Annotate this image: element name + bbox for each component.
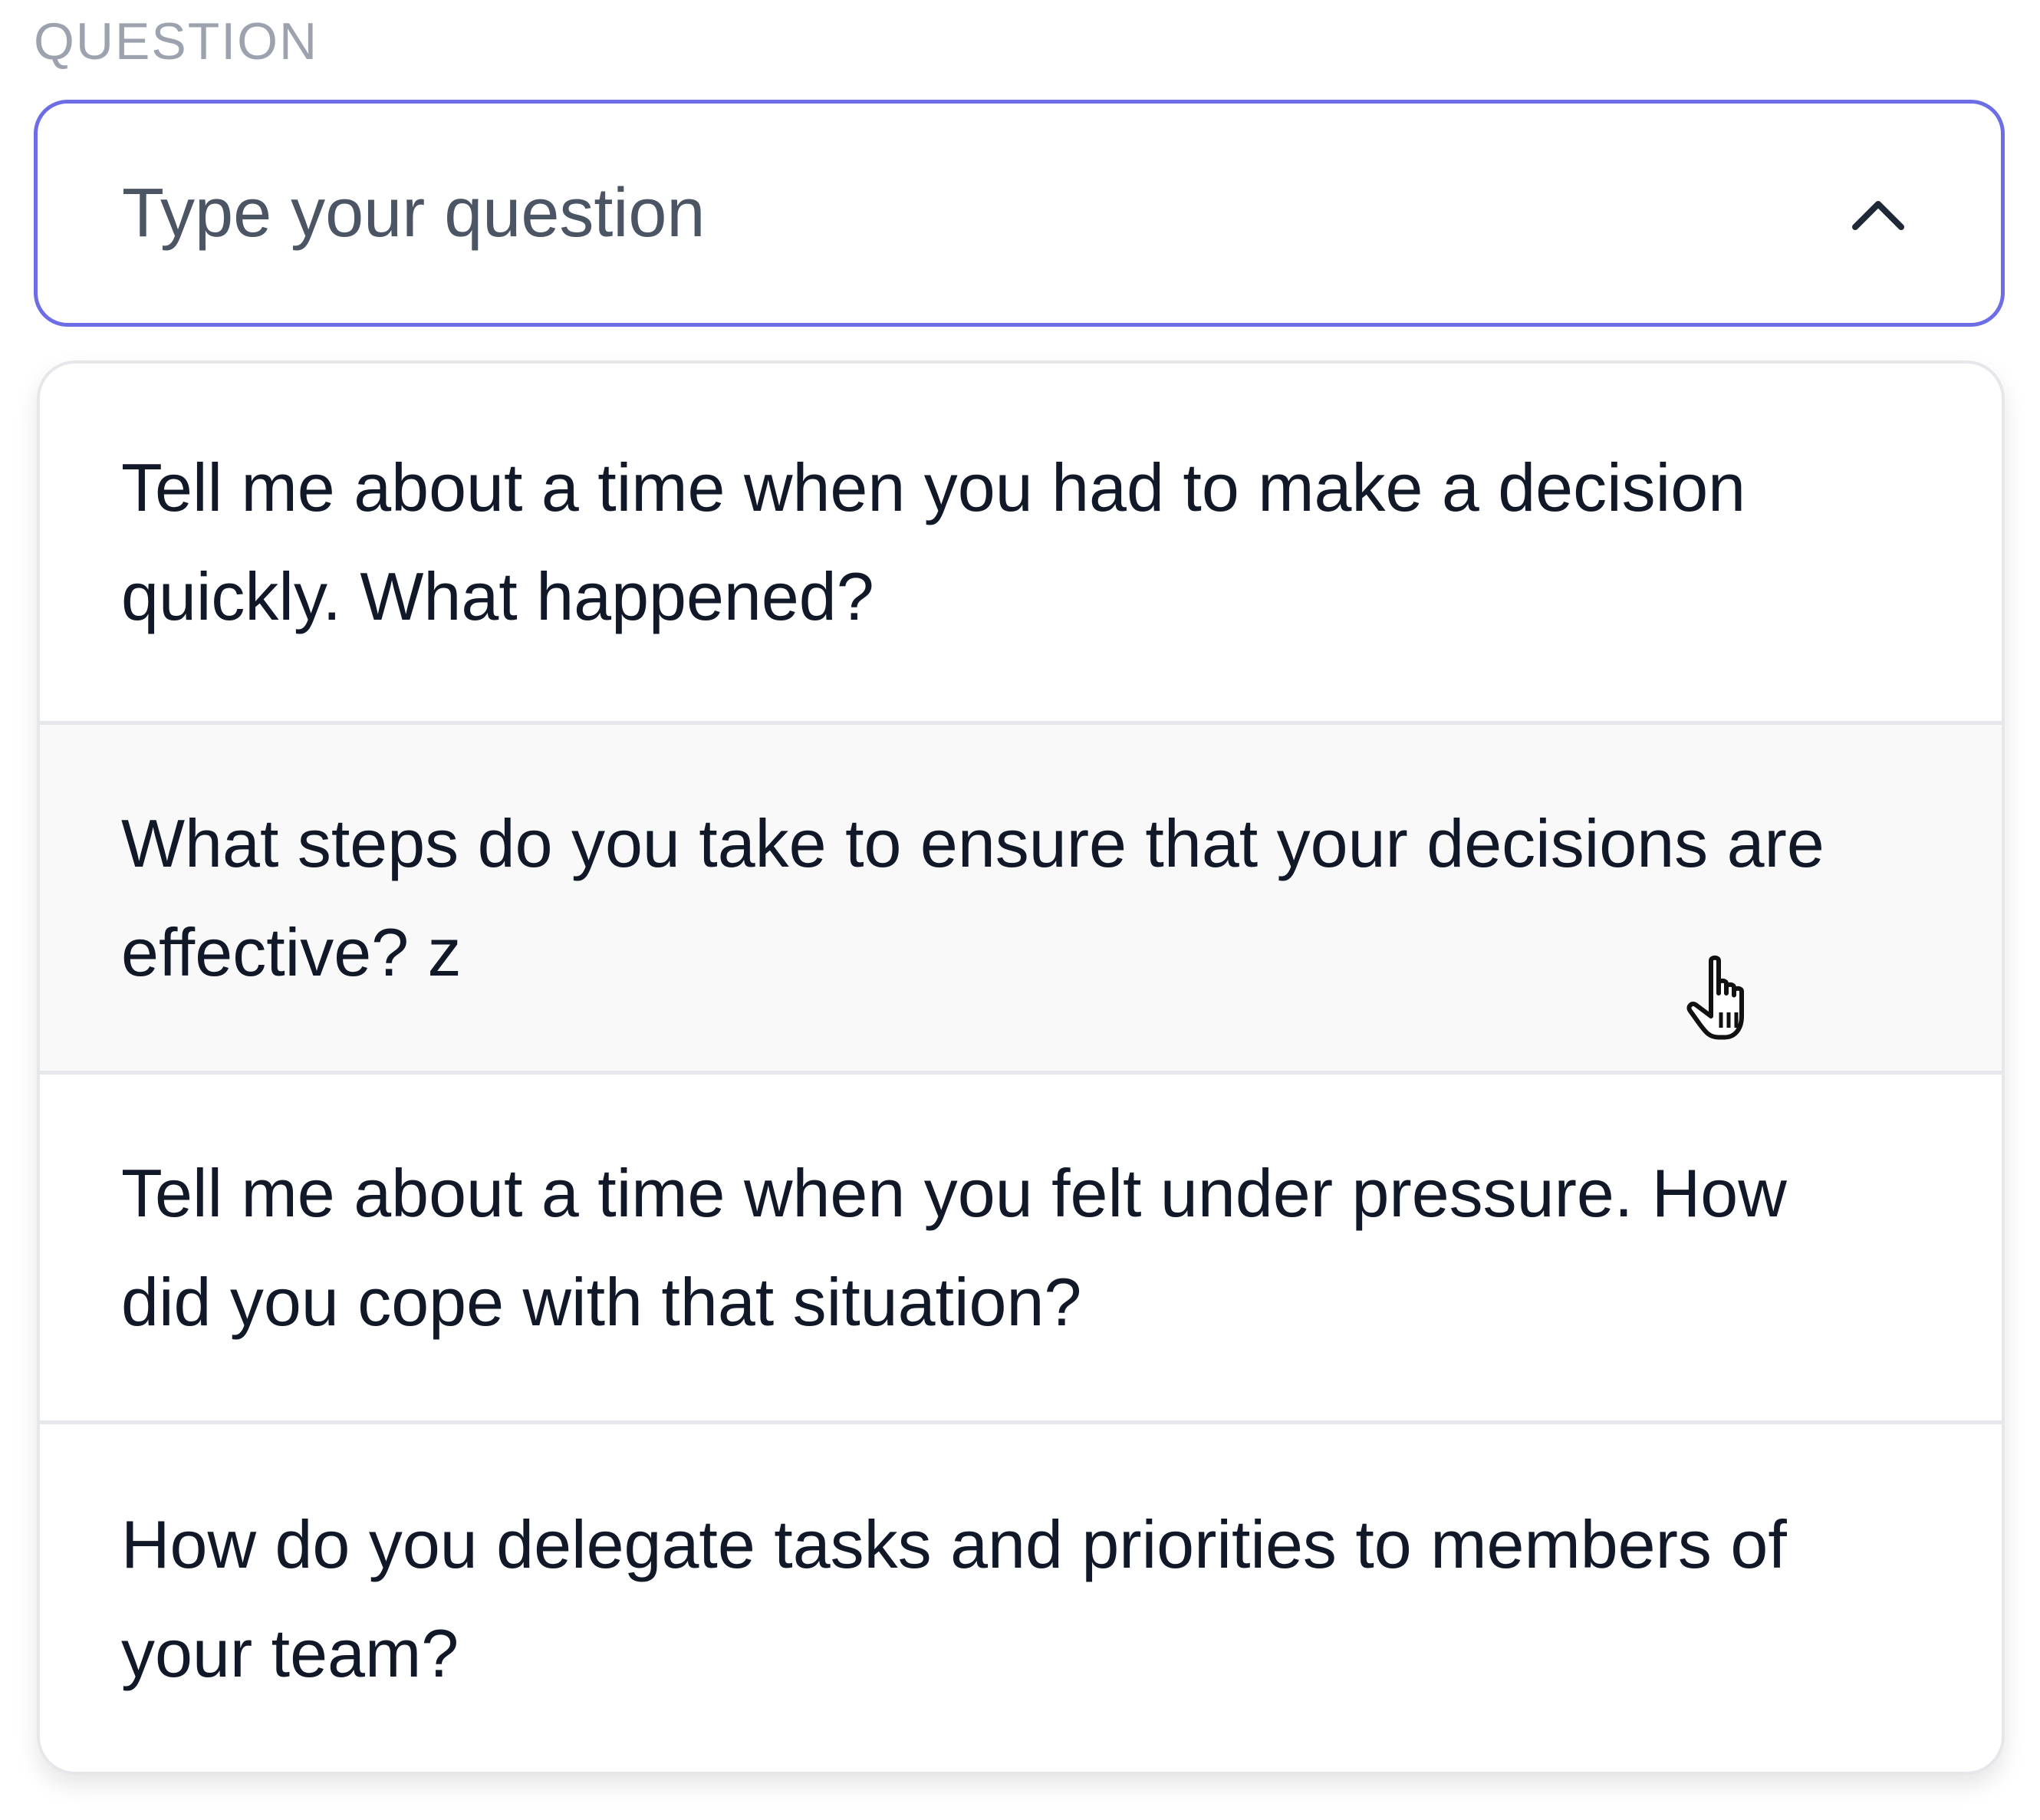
question-select[interactable] xyxy=(34,100,2005,327)
dropdown-option-text: Tell me about a time when you felt under… xyxy=(121,1154,1787,1340)
question-label: QUESTION xyxy=(34,12,319,71)
question-input[interactable] xyxy=(122,171,1809,255)
dropdown-option-text: Tell me about a time when you had to mak… xyxy=(121,449,1746,634)
dropdown-option[interactable]: How do you delegate tasks and priorities… xyxy=(40,1424,2002,1772)
chevron-up-icon[interactable] xyxy=(1848,190,1909,236)
dropdown-option-text: How do you delegate tasks and priorities… xyxy=(121,1506,1787,1691)
dropdown-option[interactable]: Tell me about a time when you felt under… xyxy=(40,1075,2002,1420)
dropdown-option-text: What steps do you take to ensure that yo… xyxy=(121,805,1824,990)
hand-pointer-icon xyxy=(1686,955,1744,1040)
question-dropdown-menu: Tell me about a time when you had to mak… xyxy=(37,360,2005,1775)
dropdown-option[interactable]: Tell me about a time when you had to mak… xyxy=(40,364,2002,721)
